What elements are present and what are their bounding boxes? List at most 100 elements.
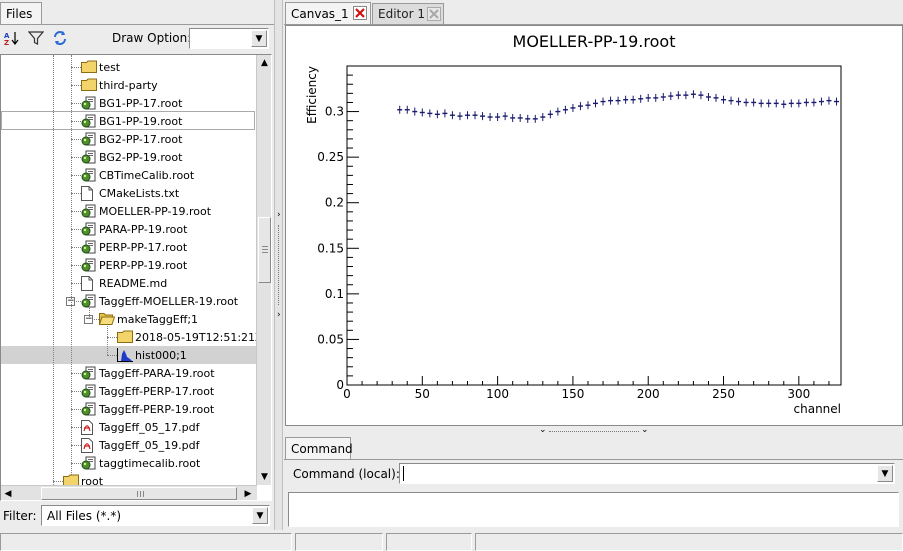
- tree-item[interactable]: CBTimeCalib.root: [81, 166, 194, 184]
- sort-az-icon[interactable]: A Z: [4, 30, 20, 47]
- vertical-splitter[interactable]: › ›: [274, 0, 283, 530]
- data-point: [766, 99, 772, 108]
- tree-item[interactable]: README.md: [81, 274, 167, 292]
- file-tree[interactable]: − − test third-party BG1-PP-17.root BG1-PP-1…: [0, 54, 272, 501]
- data-point: [472, 111, 478, 120]
- data-point: [811, 98, 817, 107]
- filter-icon[interactable]: [27, 30, 45, 46]
- chevron-down-icon: ⌄: [641, 425, 649, 435]
- hscrollbar-thumb[interactable]: [41, 487, 237, 500]
- status-cell-1: [0, 533, 292, 551]
- folder-icon: [81, 78, 97, 92]
- data-point: [449, 111, 455, 120]
- data-point: [660, 92, 666, 101]
- tab-canvas-label: Canvas_1: [291, 6, 349, 21]
- text-cursor: [403, 466, 404, 481]
- root-file-icon: [81, 384, 97, 398]
- tree-item-label: BG1-PP-17.root: [99, 96, 183, 110]
- draw-option-select[interactable]: ▼: [189, 28, 269, 49]
- horizontal-splitter[interactable]: ⌄ ⌄: [285, 425, 903, 436]
- close-icon[interactable]: [427, 7, 441, 21]
- command-input[interactable]: ▼: [399, 463, 895, 484]
- data-point: [427, 109, 433, 118]
- scroll-left-icon[interactable]: ◀: [1, 486, 15, 500]
- data-point: [826, 96, 832, 105]
- root-file-icon: [81, 204, 97, 218]
- root-file-icon: [81, 294, 97, 308]
- data-point: [442, 109, 448, 118]
- data-point: [623, 95, 629, 104]
- close-icon[interactable]: [353, 6, 367, 20]
- data-point: [412, 107, 418, 116]
- data-point: [434, 110, 440, 119]
- tree-item[interactable]: taggtimecalib.root: [81, 454, 200, 472]
- data-point: [721, 95, 727, 104]
- tab-editor[interactable]: Editor 1: [372, 3, 444, 24]
- scroll-up-icon[interactable]: ▲: [257, 55, 271, 71]
- tree-item-label: PARA-PP-19.root: [99, 222, 188, 236]
- refresh-icon[interactable]: [52, 30, 68, 46]
- tree-item[interactable]: PARA-PP-19.root: [81, 220, 187, 238]
- tree-item[interactable]: PERP-PP-19.root: [81, 256, 187, 274]
- data-point: [690, 90, 696, 99]
- tree-item[interactable]: 2018-05-19T12:51:21Z;1: [117, 328, 271, 346]
- root-file-icon: [81, 222, 97, 236]
- tab-canvas[interactable]: Canvas_1: [285, 2, 371, 24]
- tree-item[interactable]: PERP-PP-17.root: [81, 238, 187, 256]
- data-point: [668, 92, 674, 101]
- horizontal-scrollbar[interactable]: ◀ ▶: [1, 485, 257, 500]
- chevron-down-icon[interactable]: ▼: [252, 507, 268, 524]
- tree-item[interactable]: test: [81, 58, 120, 76]
- tree-item[interactable]: TaggEff_05_17.pdf: [81, 418, 199, 436]
- tree-item-label: third-party: [99, 78, 158, 92]
- x-tick-label: 50: [415, 387, 430, 401]
- tree-item[interactable]: TaggEff-PARA-19.root: [81, 364, 215, 382]
- tree-item[interactable]: MOELLER-PP-19.root: [81, 202, 211, 220]
- tree-item[interactable]: TaggEff_05_19.pdf: [81, 436, 199, 454]
- x-tick-label: 100: [486, 387, 509, 401]
- command-history[interactable]: [288, 492, 899, 527]
- tree-item-label: makeTaggEff;1: [117, 312, 199, 326]
- vertical-scrollbar[interactable]: ▲ ▼: [256, 55, 271, 485]
- scroll-down-icon[interactable]: ▼: [257, 469, 271, 485]
- tree-item[interactable]: TaggEff-PERP-17.root: [81, 382, 214, 400]
- tree-item[interactable]: BG2-PP-17.root: [81, 130, 182, 148]
- data-point: [585, 101, 591, 110]
- tree-item[interactable]: hist000;1: [117, 346, 187, 364]
- chart[interactable]: MOELLER-PP-19.root 0 50 100 150 200 250 300 0 0.0…: [286, 26, 902, 425]
- tree-item[interactable]: TaggEff-PERP-19.root: [81, 400, 214, 418]
- tab-files[interactable]: Files: [0, 2, 42, 24]
- tree-item-label: BG2-PP-17.root: [99, 132, 183, 146]
- tree-item[interactable]: makeTaggEff;1: [98, 310, 199, 328]
- tree-item[interactable]: third-party: [81, 76, 158, 94]
- data-point: [788, 99, 794, 108]
- tree-item[interactable]: BG2-PP-19.root: [81, 148, 182, 166]
- root-file-icon: [81, 114, 97, 128]
- draw-option-label: Draw Option:: [112, 31, 192, 45]
- data-point: [713, 93, 719, 102]
- data-point: [457, 112, 463, 121]
- tree-item[interactable]: CMakeLists.txt: [81, 184, 179, 202]
- tree-item-label: taggtimecalib.root: [99, 456, 201, 470]
- plot-frame: [346, 65, 842, 386]
- tab-command-label: Command: [291, 441, 353, 456]
- tree-item[interactable]: BG1-PP-17.root: [81, 94, 182, 112]
- tab-command[interactable]: Command: [285, 437, 353, 459]
- filter-select[interactable]: All Files (*.*) ▼: [41, 505, 270, 526]
- data-point: [645, 93, 651, 102]
- scroll-right-icon[interactable]: ▶: [241, 486, 255, 500]
- status-cell-2: [295, 533, 383, 551]
- canvas[interactable]: MOELLER-PP-19.root 0 50 100 150 200 250 300 0 0.0…: [285, 25, 903, 426]
- chevron-down-icon[interactable]: ▼: [251, 30, 267, 47]
- data-point: [404, 105, 410, 114]
- tree-item[interactable]: BG1-PP-19.root: [81, 112, 182, 130]
- histogram-icon: [117, 348, 133, 362]
- data-point: [638, 94, 644, 103]
- scrollbar-thumb[interactable]: [258, 217, 271, 283]
- root-file-icon: [81, 150, 97, 164]
- svg-text:Z: Z: [4, 39, 9, 46]
- chevron-down-icon[interactable]: ▼: [877, 465, 893, 482]
- folder-icon: [81, 60, 97, 74]
- data-point: [577, 102, 583, 111]
- tree-item[interactable]: TaggEff-MOELLER-19.root: [81, 292, 238, 310]
